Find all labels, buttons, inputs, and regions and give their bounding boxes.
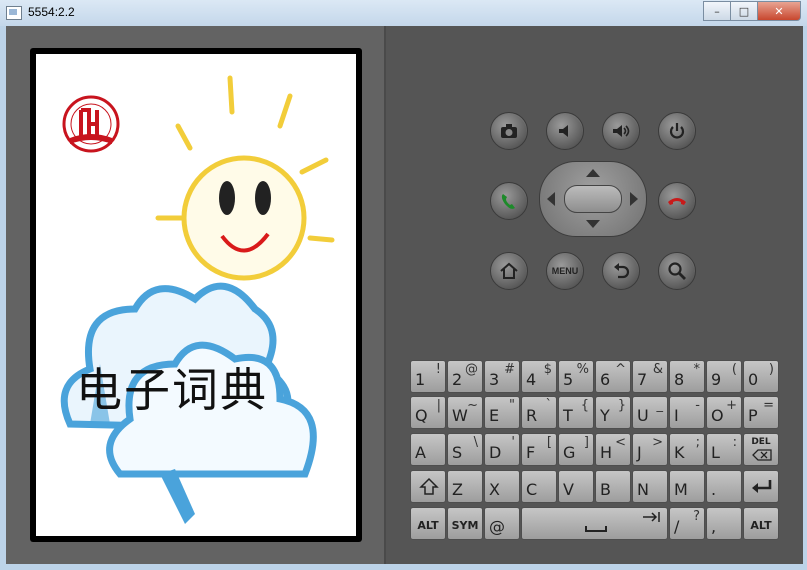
space-icon	[585, 526, 607, 532]
volume-up-button[interactable]	[602, 112, 640, 150]
emulator-body: 电子词典 MENU 1 ! 2 @ 3 # 4 $ 5 % 6 ^ 7 & 8 …	[6, 26, 803, 564]
key-7[interactable]: 7 &	[632, 360, 668, 393]
key-space[interactable]	[521, 507, 668, 540]
key-d[interactable]: D '	[484, 433, 520, 466]
key-8[interactable]: 8 *	[669, 360, 705, 393]
key-l[interactable]: L:	[706, 433, 742, 466]
key-y[interactable]: Y}	[595, 396, 631, 429]
screen-frame: 电子词典	[30, 48, 362, 542]
dpad-up-icon[interactable]	[586, 169, 600, 177]
back-button[interactable]	[602, 252, 640, 290]
key-m[interactable]: M	[669, 470, 705, 503]
key-q[interactable]: Q |	[410, 396, 446, 429]
emulator-window: 5554:2.2 – □ ✕ 电子词典 MENU 1 ! 2 @ 3 # 4 $…	[0, 0, 807, 570]
key-f[interactable]: F[	[521, 433, 557, 466]
key-v[interactable]: V	[558, 470, 594, 503]
phone-hangup-icon	[668, 198, 686, 205]
key-sym[interactable]: SYM	[447, 507, 483, 540]
close-button[interactable]: ✕	[757, 1, 801, 21]
key-x[interactable]: X	[484, 470, 520, 503]
device-screen[interactable]: 电子词典	[36, 54, 356, 536]
key-b[interactable]: B	[595, 470, 631, 503]
device-bezel: 电子词典	[6, 26, 384, 564]
menu-label: MENU	[551, 266, 579, 276]
window-icon	[6, 6, 22, 20]
call-button[interactable]	[490, 182, 528, 220]
enter-icon	[752, 480, 772, 493]
key-n[interactable]: N	[632, 470, 668, 503]
dpad-left-icon[interactable]	[547, 192, 555, 206]
power-button[interactable]	[658, 112, 696, 150]
key-4[interactable]: 4 $	[521, 360, 557, 393]
window-title: 5554:2.2	[28, 5, 75, 19]
key-k[interactable]: K;	[669, 433, 705, 466]
key-0[interactable]: 0)	[743, 360, 779, 393]
tab-icon	[643, 512, 660, 522]
volume-down-icon	[559, 125, 568, 137]
key-r[interactable]: R `	[521, 396, 557, 429]
power-icon	[669, 123, 685, 139]
phone-call-icon	[501, 194, 515, 209]
back-icon	[614, 263, 630, 279]
hardware-keyboard: 1! 2 @ 3 # 4 $ 5% 6 ^ 7 & 8 * 9( 0) Q | W ~ E " R…	[408, 358, 780, 542]
home-button[interactable]	[490, 252, 528, 290]
key-period[interactable]: .	[706, 470, 742, 503]
menu-button[interactable]: MENU	[546, 252, 584, 290]
key-o[interactable]: O +	[706, 396, 742, 429]
search-icon	[668, 262, 686, 280]
key-shift[interactable]	[410, 470, 446, 503]
key-j[interactable]: J >	[632, 433, 668, 466]
key-9[interactable]: 9(	[706, 360, 742, 393]
del-label: DEL	[751, 437, 771, 447]
volume-down-button[interactable]	[546, 112, 584, 150]
hardware-controls: MENU 1! 2@ 3# 4$ 5% 6^ 7& 8* 9( 0)	[384, 26, 803, 564]
camera-button[interactable]	[490, 112, 528, 150]
end-call-button[interactable]	[658, 182, 696, 220]
shift-icon	[419, 477, 439, 495]
key-alt-left[interactable]: ALT	[410, 507, 446, 540]
key-h[interactable]: H <	[595, 433, 631, 466]
key-g[interactable]: G]	[558, 433, 594, 466]
key-enter[interactable]	[743, 470, 779, 503]
key-z[interactable]: Z	[447, 470, 483, 503]
app-title: 电子词典	[76, 363, 268, 417]
key-t[interactable]: T{	[558, 396, 594, 429]
backspace-icon	[752, 449, 772, 461]
key-6[interactable]: 6 ^	[595, 360, 631, 393]
key-u[interactable]: U _	[632, 396, 668, 429]
camera-icon	[501, 124, 517, 138]
key-5[interactable]: 5%	[558, 360, 594, 393]
key-e[interactable]: E "	[484, 396, 520, 429]
key-a[interactable]: A	[410, 433, 446, 466]
key-at[interactable]: @	[484, 507, 520, 540]
key-2[interactable]: 2 @	[447, 360, 483, 393]
home-icon	[500, 262, 518, 279]
dpad-right-icon[interactable]	[630, 192, 638, 206]
restore-button[interactable]: □	[730, 1, 758, 21]
minimize-button[interactable]: –	[703, 1, 731, 21]
key-alt-right[interactable]: ALT	[743, 507, 779, 540]
school-logo	[62, 95, 120, 153]
key-w[interactable]: W ~	[447, 396, 483, 429]
key-slash[interactable]: /?	[669, 507, 705, 540]
key-i[interactable]: I-	[669, 396, 705, 429]
key-del[interactable]: DEL	[743, 433, 779, 466]
volume-up-icon	[613, 125, 630, 137]
key-c[interactable]: C	[521, 470, 557, 503]
dpad-down-icon[interactable]	[586, 220, 600, 228]
dpad[interactable]	[539, 161, 647, 237]
dpad-center-button[interactable]	[564, 185, 622, 213]
key-s[interactable]: S \	[447, 433, 483, 466]
title-bar[interactable]: 5554:2.2 – □ ✕	[0, 0, 807, 26]
key-p[interactable]: P =	[743, 396, 779, 429]
key-3[interactable]: 3 #	[484, 360, 520, 393]
key-1[interactable]: 1!	[410, 360, 446, 393]
key-comma[interactable]: ,	[706, 507, 742, 540]
search-button[interactable]	[658, 252, 696, 290]
